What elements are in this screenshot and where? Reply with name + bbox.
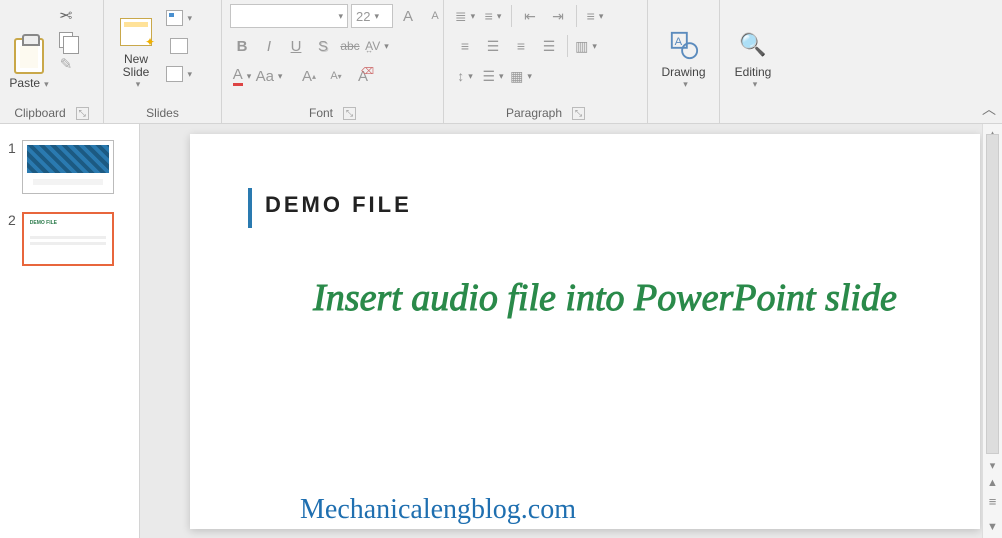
group-font: ▾ 22▾ A A B I U S abc AV↔▾ A▾ Aa▾ A▴ A▾ … <box>222 0 444 124</box>
section-button[interactable]: ▾ <box>166 64 192 84</box>
triangle-down-icon: ▾ <box>990 459 996 472</box>
font-color-button[interactable]: A▾ <box>230 64 254 88</box>
justify-button[interactable]: ☰ <box>536 34 562 58</box>
group-drawing: A Drawing ▾ <box>648 0 720 124</box>
decrease-indent-button[interactable]: ⇤ <box>517 4 543 28</box>
reset-button[interactable] <box>166 36 192 56</box>
paragraph-launcher[interactable]: ⤡ <box>572 107 585 120</box>
bold-button[interactable]: B <box>230 34 254 58</box>
editing-button[interactable]: 🔍 Editing ▾ <box>728 2 778 92</box>
char-spacing-button[interactable]: AV↔▾ <box>365 34 389 58</box>
slide-body-text[interactable]: Insert audio file into PowerPoint slide <box>290 274 920 323</box>
shadow-button[interactable]: S <box>311 34 335 58</box>
font-launcher[interactable]: ⤡ <box>343 107 356 120</box>
reset-icon <box>170 38 188 54</box>
font-size-combo[interactable]: 22▾ <box>351 4 393 28</box>
group-editing: 🔍 Editing ▾ <box>720 0 786 124</box>
chevron-up-icon: ︿ <box>982 101 996 117</box>
align-center-button[interactable]: ☰ <box>480 34 506 58</box>
increase-indent-button[interactable]: ⇥ <box>545 4 571 28</box>
group-label-font: Font <box>309 106 333 120</box>
slide-thumbnail-panel: 1 2 DEMO FILE <box>0 124 140 538</box>
double-up-icon: ▲ <box>987 477 998 489</box>
strikethrough-button[interactable]: abc <box>338 34 362 58</box>
slide-canvas-area: DEMO FILE Insert audio file into PowerPo… <box>140 124 1002 538</box>
align-right-icon: ≡ <box>517 38 525 54</box>
clipboard-icon <box>14 38 44 74</box>
group-paragraph: ≣▾ ≡▾ ⇤ ⇥ ≡▾ ≡ ☰ ≡ ☰ ▥▾ ↕▾ ☰▾ ▦▾ <box>444 0 648 124</box>
change-case-button[interactable]: Aa▾ <box>257 64 281 88</box>
bullets-icon: ≣ <box>455 8 467 25</box>
numbering-button[interactable]: ≡▾ <box>480 4 506 28</box>
shrink-font2-button[interactable]: A▾ <box>324 64 348 88</box>
scroll-thumb[interactable] <box>986 134 999 454</box>
bar-icon: ≡ <box>989 494 997 509</box>
new-slide-button[interactable]: ✦ New Slide ▾ <box>108 2 164 92</box>
indent-icon: ⇥ <box>552 8 564 25</box>
copy-button[interactable] <box>56 30 76 50</box>
group-label-paragraph: Paragraph <box>506 106 562 120</box>
smartart-icon: ▦ <box>510 68 523 85</box>
clear-format-button[interactable]: A⌫ <box>351 64 375 88</box>
align-left-icon: ≡ <box>461 38 469 54</box>
line-spacing-icon: ≡ <box>587 8 595 24</box>
vertical-scrollbar[interactable]: ▴ ▾ ▲ ≡ ▼ <box>982 124 1002 538</box>
clipboard-launcher[interactable]: ⤡ <box>76 107 89 120</box>
increase-font-button[interactable]: A <box>396 4 420 28</box>
group-label-slides: Slides <box>146 106 179 120</box>
group-label-clipboard: Clipboard <box>14 106 65 120</box>
search-icon: 🔍 <box>739 32 766 58</box>
numbering-icon: ≡ <box>485 8 493 24</box>
thumbnail-slide-1[interactable]: 1 <box>8 140 131 194</box>
font-family-combo[interactable]: ▾ <box>230 4 348 28</box>
justify-icon: ☰ <box>543 38 556 55</box>
slide-title-text[interactable]: DEMO FILE <box>265 192 412 218</box>
drawing-button[interactable]: A Drawing ▾ <box>659 2 709 92</box>
workspace: 1 2 DEMO FILE DEMO FILE Insert audio fil… <box>0 124 1002 538</box>
section-icon <box>166 66 183 82</box>
cut-button[interactable]: ✂ <box>56 6 76 26</box>
shapes-icon: A <box>669 30 699 60</box>
scroll-down-button[interactable]: ▾ <box>983 456 1002 474</box>
double-down-icon: ▼ <box>987 521 998 533</box>
paste-button[interactable]: Paste▾ <box>4 2 54 92</box>
columns-icon: ▥ <box>575 38 588 55</box>
title-accent-bar <box>248 188 252 228</box>
slide-nav-button[interactable]: ≡ <box>983 492 1002 510</box>
underline-button[interactable]: U <box>284 34 308 58</box>
new-slide-icon: ✦ <box>120 18 152 46</box>
align-left-button[interactable]: ≡ <box>452 34 478 58</box>
next-slide-button[interactable]: ▼ <box>983 518 1002 536</box>
format-painter-button[interactable]: ✎ <box>56 54 76 74</box>
copy-icon <box>59 32 73 48</box>
align-text-button[interactable]: ☰▾ <box>480 64 506 88</box>
italic-button[interactable]: I <box>257 34 281 58</box>
bullets-button[interactable]: ≣▾ <box>452 4 478 28</box>
columns-button[interactable]: ▥▾ <box>573 34 599 58</box>
text-direction-button[interactable]: ↕▾ <box>452 64 478 88</box>
align-center-icon: ☰ <box>487 38 500 55</box>
ribbon: Paste▾ ✂ ✎ Clipboard ⤡ ✦ New Slide ▾ ▾ ▾ … <box>0 0 1002 124</box>
grow-font2-button[interactable]: A▴ <box>297 64 321 88</box>
align-right-button[interactable]: ≡ <box>508 34 534 58</box>
layout-button[interactable]: ▾ <box>166 8 192 28</box>
smartart-button[interactable]: ▦▾ <box>508 64 534 88</box>
outdent-icon: ⇤ <box>524 8 536 25</box>
prev-slide-button[interactable]: ▲ <box>983 474 1002 492</box>
layout-icon <box>166 10 183 26</box>
collapse-ribbon-button[interactable]: ︿ <box>982 99 996 119</box>
line-spacing-button[interactable]: ≡▾ <box>582 4 608 28</box>
svg-text:A: A <box>674 36 682 48</box>
align-text-icon: ☰ <box>482 68 495 85</box>
brush-icon: ✎ <box>60 55 73 73</box>
slide-canvas[interactable]: DEMO FILE Insert audio file into PowerPo… <box>190 134 980 529</box>
group-slides: ✦ New Slide ▾ ▾ ▾ Slides <box>104 0 222 124</box>
group-clipboard: Paste▾ ✂ ✎ Clipboard ⤡ <box>0 0 104 124</box>
watermark-text: Mechanicalengblog.com <box>300 494 576 526</box>
scissors-icon: ✂ <box>59 6 72 26</box>
thumbnail-preview-2: DEMO FILE <box>22 212 114 266</box>
thumbnail-slide-2[interactable]: 2 DEMO FILE <box>8 212 131 266</box>
thumbnail-preview-1 <box>22 140 114 194</box>
text-direction-icon: ↕ <box>457 68 464 84</box>
